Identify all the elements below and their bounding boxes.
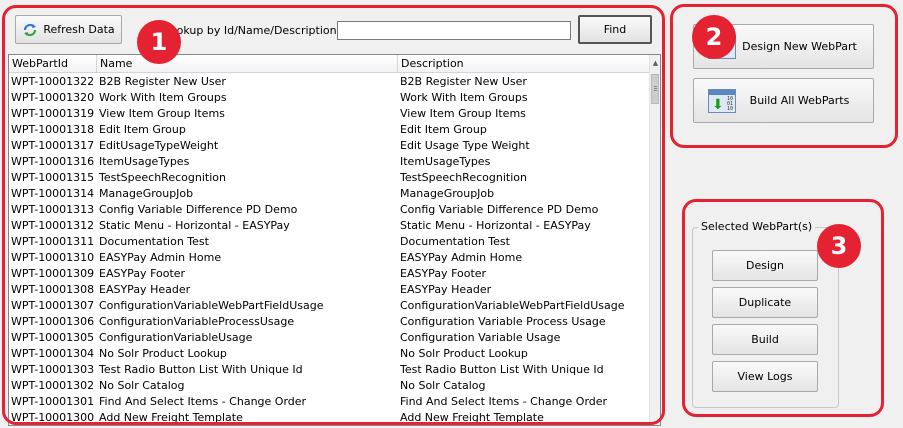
callout-badge-1: 1	[137, 20, 181, 64]
callout-frame-grid	[2, 5, 665, 425]
callout-badge-2: 2	[692, 15, 736, 59]
callout-badge-3: 3	[817, 224, 861, 268]
